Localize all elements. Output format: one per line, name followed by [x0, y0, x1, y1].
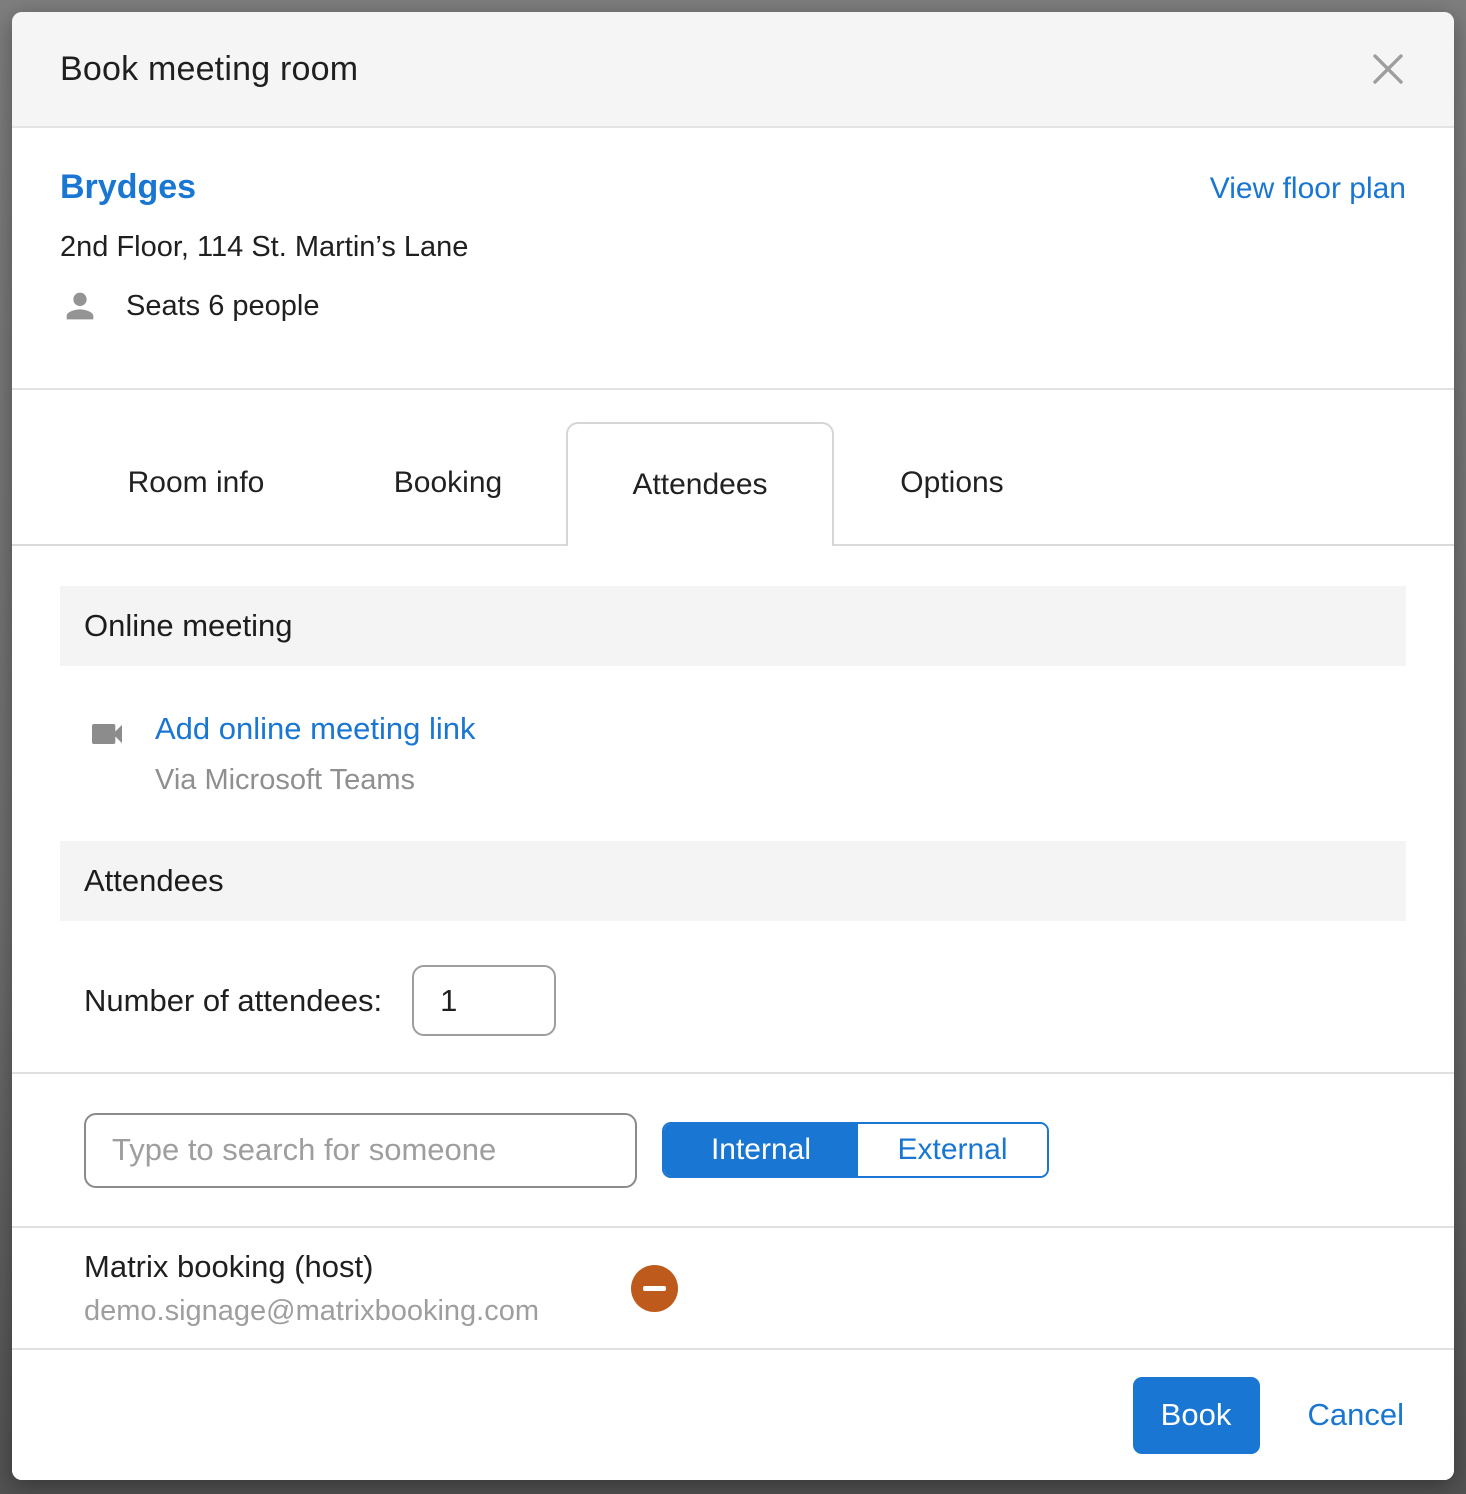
room-capacity-label: Seats 6 people — [126, 290, 319, 323]
tab-attendees[interactable]: Attendees — [566, 422, 834, 546]
host-name: Matrix booking (host) — [84, 1248, 539, 1286]
close-icon — [1369, 50, 1407, 88]
room-name-link[interactable]: Brydges — [60, 168, 196, 207]
online-meeting-section-header: Online meeting — [60, 586, 1406, 666]
online-meeting-provider: Via Microsoft Teams — [155, 762, 476, 798]
cancel-button[interactable]: Cancel — [1308, 1397, 1405, 1433]
attendee-list-item-host: Matrix booking (host) demo.signage@matri… — [12, 1228, 1454, 1350]
person-icon — [60, 286, 100, 326]
add-online-meeting-link[interactable]: Add online meeting link — [155, 710, 476, 748]
close-button[interactable] — [1366, 47, 1410, 91]
dialog-header: Book meeting room — [12, 12, 1454, 128]
tab-booking[interactable]: Booking — [322, 422, 574, 544]
dialog-footer: Book Cancel — [12, 1350, 1454, 1480]
tab-room-info[interactable]: Room info — [70, 422, 322, 544]
attendee-count-input[interactable] — [412, 965, 556, 1036]
attendees-tab-panel: Online meeting Add online meeting link V… — [12, 546, 1454, 1072]
attendee-search-row: Internal External — [12, 1072, 1454, 1228]
host-email: demo.signage@matrixbooking.com — [84, 1294, 539, 1328]
remove-attendee-button[interactable] — [631, 1265, 678, 1312]
room-capacity-row: Seats 6 people — [60, 286, 1406, 326]
tab-options[interactable]: Options — [826, 422, 1078, 544]
book-meeting-room-dialog: Book meeting room Brydges View floor pla… — [12, 12, 1454, 1480]
room-summary: Brydges View floor plan 2nd Floor, 114 S… — [12, 128, 1454, 388]
room-address: 2nd Floor, 114 St. Martin’s Lane — [60, 231, 1406, 264]
internal-external-toggle: Internal External — [662, 1122, 1049, 1178]
videocam-icon — [87, 714, 127, 754]
remove-minus-icon — [643, 1286, 666, 1291]
attendee-search-input[interactable] — [84, 1113, 637, 1188]
book-button[interactable]: Book — [1133, 1377, 1260, 1454]
toggle-internal-button[interactable]: Internal — [664, 1124, 858, 1176]
attendee-count-label: Number of attendees: — [84, 983, 382, 1019]
online-meeting-row: Add online meeting link Via Microsoft Te… — [87, 710, 1406, 798]
dialog-title: Book meeting room — [60, 50, 358, 89]
view-floor-plan-link[interactable]: View floor plan — [1210, 172, 1406, 206]
tab-bar: Room info Booking Attendees Options — [12, 388, 1454, 546]
attendees-section-header: Attendees — [60, 841, 1406, 921]
toggle-external-button[interactable]: External — [858, 1124, 1047, 1176]
attendee-count-row: Number of attendees: — [84, 965, 1406, 1036]
